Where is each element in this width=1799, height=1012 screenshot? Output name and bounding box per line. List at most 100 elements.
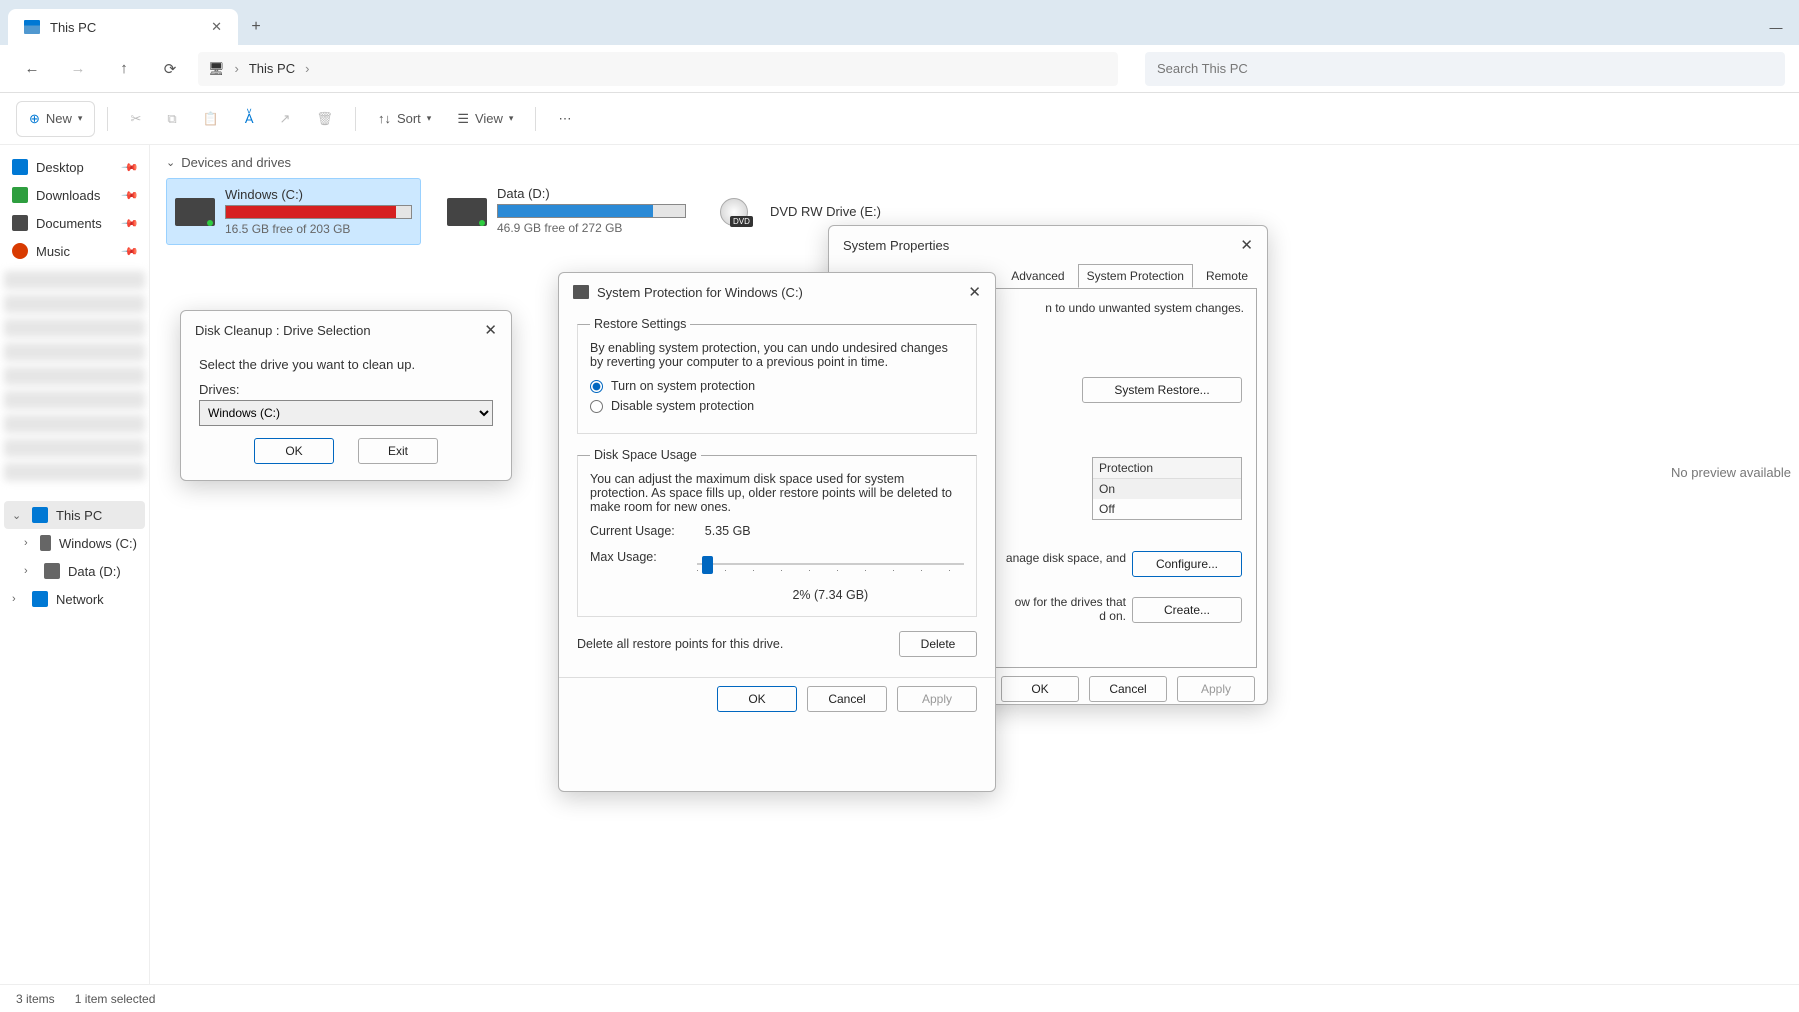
sidebar-label: Data (D:) — [68, 564, 121, 579]
browser-tab[interactable]: This PC ✕ — [8, 9, 238, 45]
close-icon[interactable]: ✕ — [968, 283, 981, 301]
cancel-button[interactable]: Cancel — [1089, 676, 1167, 702]
drive-select[interactable]: Windows (C:) — [199, 400, 493, 426]
create-button[interactable]: Create... — [1132, 597, 1242, 623]
sort-label: Sort — [397, 111, 421, 126]
view-label: View — [475, 111, 503, 126]
max-usage-slider[interactable] — [697, 556, 964, 574]
section-title: Devices and drives — [181, 155, 291, 170]
close-icon[interactable]: ✕ — [1240, 236, 1253, 254]
drive-c[interactable]: Windows (C:) 16.5 GB free of 203 GB — [166, 178, 421, 245]
more-button[interactable]: ⋯ — [548, 101, 581, 137]
chevron-right-icon[interactable]: › — [24, 565, 36, 577]
sidebar-item-music[interactable]: Music📌 — [4, 237, 145, 265]
restore-settings-group: Restore Settings By enabling system prot… — [577, 317, 977, 434]
delete-button[interactable]: 🗑 — [306, 101, 343, 137]
chevron-right-icon[interactable]: › — [12, 593, 24, 605]
system-restore-button[interactable]: System Restore... — [1082, 377, 1242, 403]
search-input[interactable]: Search This PC — [1145, 52, 1785, 86]
new-tab-button[interactable]: + — [238, 9, 274, 45]
restore-desc: By enabling system protection, you can u… — [590, 341, 964, 369]
system-protection-dialog: System Protection for Windows (C:) ✕ Res… — [558, 272, 996, 792]
slider-ticks — [697, 570, 964, 571]
drive-fill — [498, 205, 653, 217]
copy-button[interactable]: ⧉ — [157, 101, 186, 137]
toolbar: ⊕ New ▾ ✂ ⧉ 📋 Aͮ ↗ 🗑 ↑↓ Sort ▾ ☰ View ▾ … — [0, 93, 1799, 145]
sidebar-item-blurred — [4, 319, 145, 337]
apply-button[interactable]: Apply — [1177, 676, 1255, 702]
new-button[interactable]: ⊕ New ▾ — [16, 101, 95, 137]
dialog-titlebar[interactable]: Disk Cleanup : Drive Selection ✕ — [181, 311, 511, 349]
forward-button[interactable]: → — [60, 51, 96, 87]
preview-placeholder: No preview available — [1671, 465, 1791, 480]
radio-input[interactable] — [590, 380, 603, 393]
sidebar-item-desktop[interactable]: Desktop📌 — [4, 153, 145, 181]
chevron-down-icon: ▾ — [78, 113, 83, 124]
tab-title: This PC — [50, 20, 96, 35]
dialog-title: System Properties — [843, 238, 949, 253]
radio-disable[interactable]: Disable system protection — [590, 399, 964, 413]
back-button[interactable]: ← — [14, 51, 50, 87]
tab-remote[interactable]: Remote — [1197, 264, 1257, 288]
drive-name: DVD RW Drive (E:) — [770, 204, 959, 219]
pin-icon: 📌 — [121, 214, 140, 233]
sidebar-item-downloads[interactable]: Downloads📌 — [4, 181, 145, 209]
downloads-icon — [12, 187, 28, 203]
view-button[interactable]: ☰ View ▾ — [447, 101, 523, 137]
ok-button[interactable]: OK — [717, 686, 797, 712]
up-button[interactable]: ↑ — [106, 51, 142, 87]
configure-button[interactable]: Configure... — [1132, 551, 1242, 577]
dialog-titlebar[interactable]: System Properties ✕ — [829, 226, 1267, 264]
pin-icon: 📌 — [121, 186, 140, 205]
sidebar-item-drive-d[interactable]: › Data (D:) — [4, 557, 145, 585]
slider-thumb[interactable] — [702, 556, 713, 574]
address-bar[interactable]: 🖥 › This PC › — [198, 52, 1118, 86]
table-header-protection: Protection — [1093, 458, 1241, 479]
paste-button[interactable]: 📋 — [193, 101, 229, 137]
dialog-titlebar[interactable]: System Protection for Windows (C:) ✕ — [559, 273, 995, 311]
apply-button[interactable]: Apply — [897, 686, 977, 712]
ok-button[interactable]: OK — [1001, 676, 1079, 702]
sidebar-label: Network — [56, 592, 104, 607]
table-row[interactable]: Off — [1093, 499, 1241, 519]
delete-button[interactable]: Delete — [899, 631, 977, 657]
pin-icon: 📌 — [121, 158, 140, 177]
refresh-button[interactable]: ⟳ — [152, 51, 188, 87]
close-icon[interactable]: ✕ — [484, 321, 497, 339]
protection-table[interactable]: Protection On Off — [1092, 457, 1242, 520]
minimize-icon[interactable]: — — [1753, 9, 1799, 45]
drive-usage-bar — [497, 204, 686, 218]
rename-button[interactable]: Aͮ — [235, 101, 264, 137]
breadcrumb-location[interactable]: This PC — [249, 61, 295, 76]
radio-turn-on[interactable]: Turn on system protection — [590, 379, 964, 393]
cancel-button[interactable]: Cancel — [807, 686, 887, 712]
current-usage-label: Current Usage: — [590, 524, 675, 538]
ok-button[interactable]: OK — [254, 438, 334, 464]
drive-d[interactable]: Data (D:) 46.9 GB free of 272 GB — [439, 178, 694, 245]
sidebar-item-this-pc[interactable]: ⌄This PC — [4, 501, 145, 529]
navbar: ← → ↑ ⟳ 🖥 › This PC › Search This PC — [0, 45, 1799, 93]
dialog-title: Disk Cleanup : Drive Selection — [195, 323, 371, 338]
exit-button[interactable]: Exit — [358, 438, 438, 464]
titlebar: This PC ✕ + — — [0, 0, 1799, 45]
section-header-drives[interactable]: ⌄ Devices and drives — [166, 155, 1783, 170]
sidebar-item-network[interactable]: › Network — [4, 585, 145, 613]
group-legend: Restore Settings — [590, 317, 690, 331]
sort-button[interactable]: ↑↓ Sort ▾ — [368, 101, 441, 137]
cut-button[interactable]: ✂ — [120, 101, 151, 137]
radio-input[interactable] — [590, 400, 603, 413]
dialog-title: System Protection for Windows (C:) — [597, 285, 803, 300]
chevron-right-icon: › — [235, 61, 239, 76]
sidebar-label: Music — [36, 244, 70, 259]
sidebar-item-documents[interactable]: Documents📌 — [4, 209, 145, 237]
sidebar-item-drive-c[interactable]: ›Windows (C:) — [4, 529, 145, 557]
table-row[interactable]: On — [1093, 479, 1241, 499]
tab-system-protection[interactable]: System Protection — [1078, 264, 1193, 288]
max-usage-value: 2% (7.34 GB) — [697, 588, 964, 602]
tab-advanced[interactable]: Advanced — [1002, 264, 1073, 288]
chevron-right-icon[interactable]: › — [305, 61, 309, 76]
chevron-right-icon[interactable]: › — [24, 537, 32, 549]
tab-close-icon[interactable]: ✕ — [211, 19, 222, 35]
share-button[interactable]: ↗ — [270, 101, 301, 137]
chevron-down-icon[interactable]: ⌄ — [12, 509, 24, 522]
